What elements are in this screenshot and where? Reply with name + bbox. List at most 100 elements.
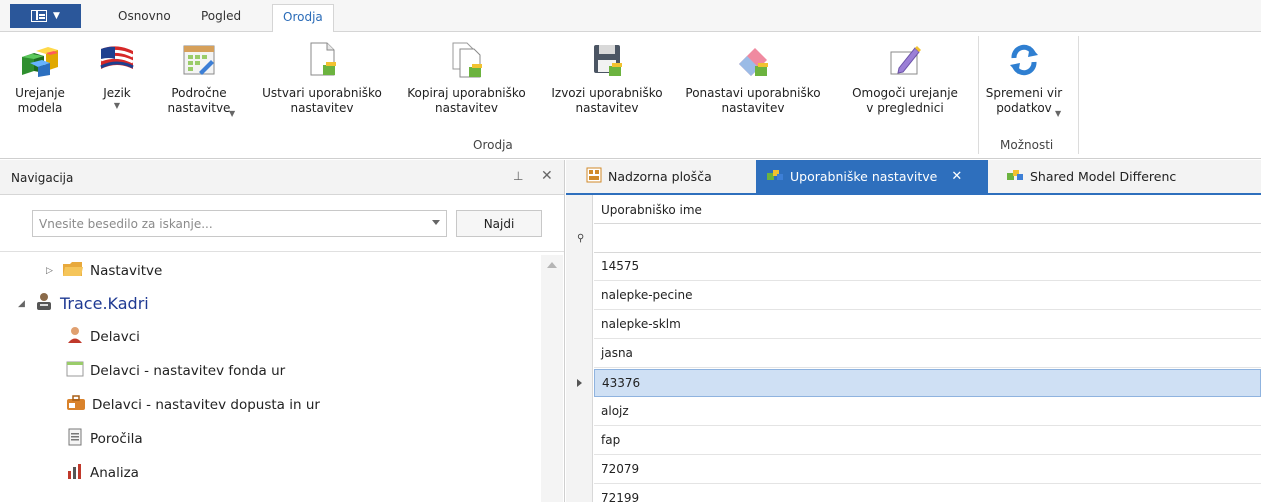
change-data-source-label: Spremeni vir podatkov [985, 86, 1063, 115]
navigation-panel: Navigacija ⊥ ✕ Najdi ▷ Nastavitve ◢ Trac… [0, 160, 565, 502]
eraser-icon [733, 40, 773, 80]
user-settings-grid: Uporabniško ime ⚲ 14575 nalepke-pecine n… [566, 195, 1261, 502]
report-icon [66, 428, 84, 449]
tree-item-delavci-fond-ur[interactable]: Delavci - nastavitev fonda ur [66, 360, 285, 381]
auto-filter-row[interactable] [594, 224, 1261, 253]
tab-dashboard[interactable]: Nadzorna plošča [576, 160, 722, 193]
navigation-title: Navigacija [11, 171, 74, 185]
tab-label: Shared Model Differenc [1030, 169, 1177, 184]
export-user-settings-button[interactable]: Izvozi uporabniško nastavitev [545, 40, 669, 134]
calendar-grid-icon [179, 40, 219, 80]
cubes-icon [20, 40, 60, 80]
tree-item-porocila[interactable]: Poročila [66, 428, 143, 449]
tree-item-trace-kadri[interactable]: ◢ Trace.Kadri [18, 292, 149, 315]
domain-settings-label: Področne nastavitve [167, 86, 231, 115]
tab-shared-model-differences[interactable]: Shared Model Differenc [996, 160, 1186, 193]
ribbon: Urejanje modela Jezik ▼ Področne nastavi… [0, 32, 1261, 159]
chevron-down-icon[interactable] [432, 220, 440, 225]
new-document-icon [302, 40, 342, 80]
settings-cubes-icon [1006, 168, 1024, 185]
copy-user-settings-label: Kopiraj uporabniško nastavitev [407, 86, 526, 115]
tree-item-delavci-dopust[interactable]: Delavci - nastavitev dopusta in ur [66, 394, 320, 415]
user-group-icon [34, 292, 54, 315]
table-row[interactable]: 72079 [594, 456, 1261, 484]
export-user-settings-label: Izvozi uporabniško nastavitev [551, 86, 663, 115]
tree-item-delavci[interactable]: Delavci [66, 326, 140, 347]
tree-item-label: Delavci - nastavitev fonda ur [90, 362, 286, 379]
filter-icon: ⚲ [577, 233, 585, 244]
column-header-username[interactable]: Uporabniško ime [594, 195, 1261, 224]
tree-item-label: Delavci - nastavitev dopusta in ur [92, 396, 320, 413]
chevron-down-icon: ▼ [229, 109, 236, 118]
table-row-selected[interactable]: 43376 [594, 369, 1261, 397]
enable-browser-edit-button[interactable]: Omogoči urejanje v preglednici [844, 40, 966, 134]
table-row[interactable]: fap [594, 427, 1261, 455]
tree-item-analiza[interactable]: Analiza [66, 462, 139, 483]
flags-icon [97, 40, 137, 80]
search-combo[interactable] [32, 210, 447, 237]
ribbon-tab-bar: ▼ Osnovno Pogled Orodja [0, 0, 1261, 33]
tree-item-label: Analiza [90, 464, 139, 481]
group-separator [1078, 36, 1079, 154]
tree-item-nastavitve[interactable]: ▷ Nastavitve [46, 260, 162, 281]
navigation-header: Navigacija ⊥ ✕ [0, 160, 564, 195]
document-tab-bar: Nadzorna plošča Uporabniške nastavitve ✕… [566, 160, 1261, 195]
search-input[interactable] [33, 211, 418, 236]
table-row[interactable]: jasna [594, 340, 1261, 368]
table-row[interactable]: alojz [594, 398, 1261, 426]
tree-item-label: Trace.Kadri [60, 294, 149, 313]
table-row[interactable]: nalepke-sklm [594, 311, 1261, 339]
model-edit-button[interactable]: Urejanje modela [15, 40, 65, 134]
group-label-options: Možnosti [1000, 138, 1054, 152]
current-row-indicator-icon [577, 379, 582, 387]
divider [0, 251, 564, 252]
collapse-arrow-icon[interactable]: ◢ [18, 299, 28, 309]
expand-arrow-icon[interactable]: ▷ [46, 266, 56, 276]
pin-icon[interactable]: ⊥ [513, 169, 523, 183]
tree-item-label: Nastavitve [90, 262, 163, 279]
folder-icon [62, 260, 84, 281]
reset-user-settings-button[interactable]: Ponastavi uporabniško nastavitev [683, 40, 823, 134]
language-label: Jezik [103, 86, 131, 100]
app-menu-icon [31, 10, 48, 22]
dashboard-icon [586, 167, 602, 186]
group-label-tools: Orodja [473, 138, 513, 152]
find-button[interactable]: Najdi [456, 210, 542, 237]
app-menu-button[interactable]: ▼ [10, 4, 81, 28]
chart-icon [66, 462, 84, 483]
chevron-down-icon: ▼ [113, 101, 121, 110]
close-icon[interactable]: ✕ [951, 169, 962, 184]
language-button[interactable]: Jezik ▼ [97, 40, 137, 134]
calendar-icon [66, 360, 84, 381]
table-row[interactable]: 14575 [594, 253, 1261, 281]
tree-item-label: Poročila [90, 430, 143, 447]
close-icon[interactable]: ✕ [541, 168, 553, 184]
edit-pencil-icon [885, 40, 925, 80]
copy-document-icon [447, 40, 487, 80]
table-row[interactable]: 72199 [594, 485, 1261, 502]
tree-item-label: Delavci [90, 328, 140, 345]
navigation-tree: ▷ Nastavitve ◢ Trace.Kadri Delavci Delav… [0, 255, 540, 502]
enable-browser-edit-label: Omogoči urejanje v preglednici [852, 86, 958, 115]
save-disk-icon [587, 40, 627, 80]
change-data-source-button[interactable]: Spremeni vir podatkov [984, 40, 1064, 134]
create-user-settings-button[interactable]: Ustvari uporabniško nastavitev [257, 40, 387, 134]
scroll-up-icon[interactable] [547, 262, 557, 268]
navigation-scrollbar[interactable] [541, 255, 563, 502]
tab-label: Uporabniške nastavitve [790, 169, 938, 184]
group-separator [978, 36, 979, 154]
reset-user-settings-label: Ponastavi uporabniško nastavitev [685, 86, 821, 115]
tab-orodja[interactable]: Orodja [272, 4, 334, 33]
domain-settings-button[interactable]: Področne nastavitve [164, 40, 234, 134]
settings-cubes-icon [766, 168, 784, 185]
chevron-down-icon: ▼ [53, 11, 60, 21]
chevron-down-icon: ▼ [1055, 109, 1062, 118]
table-row[interactable]: nalepke-pecine [594, 282, 1261, 310]
refresh-icon [1004, 40, 1044, 80]
tab-pogled[interactable]: Pogled [201, 9, 241, 23]
copy-user-settings-button[interactable]: Kopiraj uporabniško nastavitev [400, 40, 533, 134]
person-icon [66, 326, 84, 347]
tab-osnovno[interactable]: Osnovno [118, 9, 171, 23]
tab-user-settings[interactable]: Uporabniške nastavitve ✕ [756, 160, 988, 193]
model-edit-label: Urejanje modela [15, 86, 65, 115]
